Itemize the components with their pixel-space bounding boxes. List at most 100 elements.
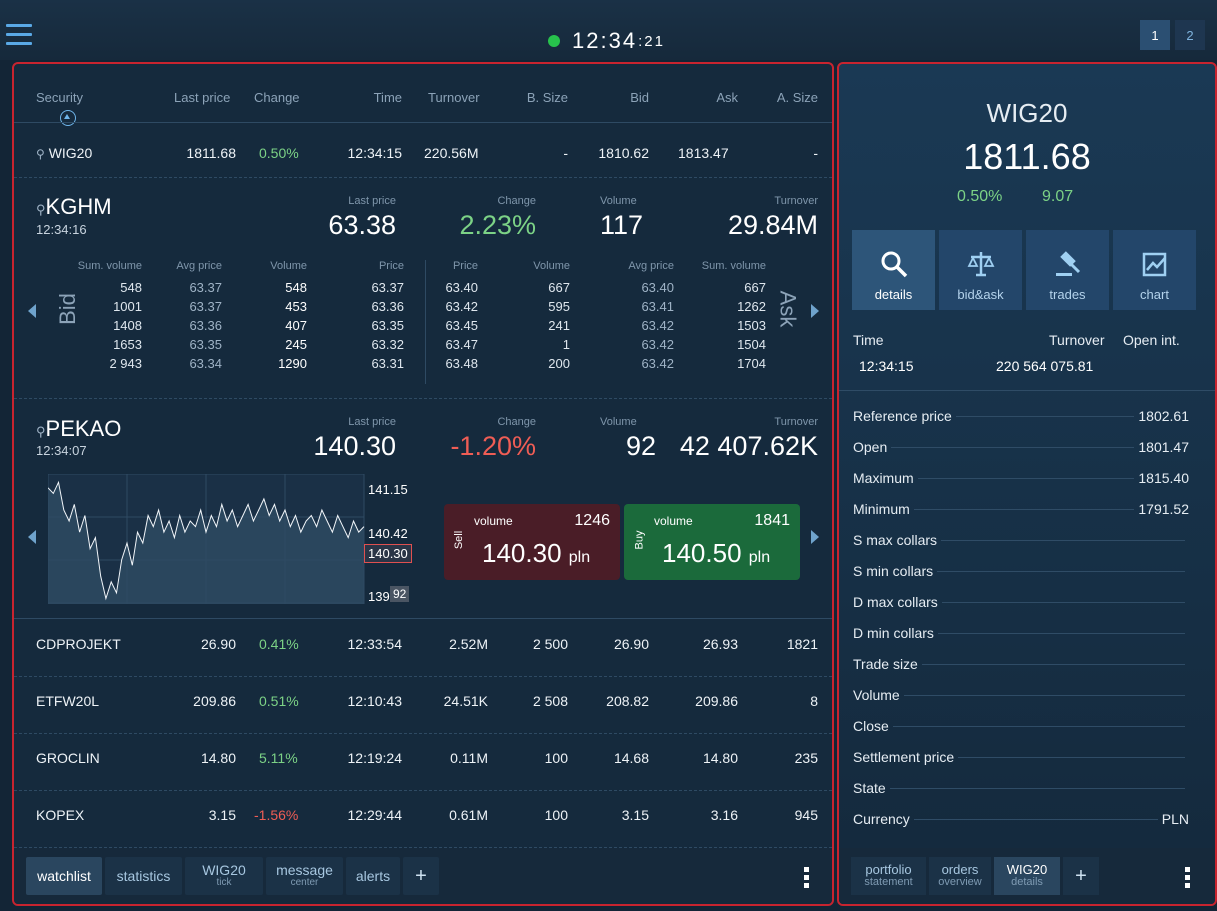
bid-header: Avg price xyxy=(176,260,222,272)
field-label: Settlement price xyxy=(853,749,955,765)
tab-wig20-tick[interactable]: WIG20 tick xyxy=(185,857,263,895)
header-turnover[interactable]: Turnover xyxy=(428,90,480,105)
page-2-button[interactable]: 2 xyxy=(1175,20,1205,50)
buy-label: Buy xyxy=(633,530,646,550)
ask: 3.16 xyxy=(710,807,738,823)
tab-portfolio-statement[interactable]: portfolio statement xyxy=(851,857,926,895)
add-tab-button[interactable]: + xyxy=(403,857,439,895)
bid: 1810.62 xyxy=(598,145,649,161)
sell-label: Sell xyxy=(453,530,466,550)
tool-trades-button[interactable]: trades xyxy=(1026,230,1109,310)
bid-cell: 548 xyxy=(120,280,142,295)
bid-cell: 63.35 xyxy=(189,337,222,352)
ask-cell: 200 xyxy=(548,356,570,371)
ask: 1813.47 xyxy=(678,145,729,161)
header-time[interactable]: Time xyxy=(374,90,402,105)
field-label: Minimum xyxy=(853,501,910,517)
header-ask[interactable]: Ask xyxy=(716,90,738,105)
buy-price: 140.50 xyxy=(662,538,742,568)
security-name: WIG20 xyxy=(48,145,93,161)
detail-change-pct: 0.50% xyxy=(957,188,1003,205)
prev-arrow-icon[interactable] xyxy=(28,304,36,318)
ask-header: Sum. volume xyxy=(701,260,766,272)
bid-header: Price xyxy=(378,260,404,272)
more-options-icon[interactable] xyxy=(1185,867,1191,889)
tool-bid-ask-button[interactable]: bid&ask xyxy=(939,230,1022,310)
header-last-price[interactable]: Last price xyxy=(174,90,230,105)
ask-cell: 1704 xyxy=(737,356,766,371)
change: -1.56% xyxy=(254,807,299,823)
tab-statistics[interactable]: statistics xyxy=(105,857,182,895)
bid-cell: 63.37 xyxy=(189,299,222,314)
bid-cell: 2 943 xyxy=(109,356,142,371)
pekao-price-chart[interactable] xyxy=(48,474,374,604)
bid-cell: 548 xyxy=(285,280,307,295)
change: 0.51% xyxy=(259,693,299,709)
security-name: CDPROJEKT xyxy=(36,636,121,652)
pekao-turnover: 42 407.62K xyxy=(679,431,818,461)
tab-orders-overview[interactable]: orders overview xyxy=(929,857,991,895)
next-arrow-icon[interactable] xyxy=(811,530,819,544)
header-b-size[interactable]: B. Size xyxy=(527,90,568,105)
field-label: Volume xyxy=(853,687,900,703)
prev-arrow-icon[interactable] xyxy=(28,530,36,544)
field-value: 1791.52 xyxy=(1138,501,1189,517)
pekao-change: -1.20% xyxy=(450,431,536,461)
pekao-time: 12:34:07 xyxy=(36,443,87,458)
bid-size: 100 xyxy=(544,807,568,823)
connection-status-icon xyxy=(548,35,560,47)
change: 0.41% xyxy=(259,636,299,652)
label-last-price: Last price xyxy=(348,416,396,428)
pin-icon[interactable]: ⚲ xyxy=(36,202,46,217)
watchlist-panel: Security Last price Change Time Turnover… xyxy=(12,62,834,906)
tab-wig20-details[interactable]: WIG20 details xyxy=(994,857,1060,895)
bid-side-label: Bid xyxy=(54,293,80,325)
tab-alerts[interactable]: alerts xyxy=(346,857,400,895)
turnover: 2.52M xyxy=(449,636,488,652)
header-bid[interactable]: Bid xyxy=(630,90,649,105)
tab-watchlist[interactable]: watchlist xyxy=(26,857,102,895)
wig20-row[interactable]: ⚲ WIG20 xyxy=(36,145,92,161)
next-arrow-icon[interactable] xyxy=(811,304,819,318)
tool-chart-button[interactable]: chart xyxy=(1113,230,1196,310)
pin-icon[interactable]: ⚲ xyxy=(36,147,45,161)
ask-side-label: Ask xyxy=(775,290,801,328)
sell-button[interactable]: Sell volume 1246 140.30 pln xyxy=(444,504,620,580)
bid-cell: 1653 xyxy=(113,337,142,352)
security-name: GROCLIN xyxy=(36,750,100,766)
field-label: Currency xyxy=(853,811,910,827)
buy-button[interactable]: Buy volume 1841 140.50 pln xyxy=(624,504,800,580)
chart-volume-marker: 92 xyxy=(390,586,410,602)
open-interest-label: Open int. xyxy=(1123,332,1180,348)
page-1-button[interactable]: 1 xyxy=(1140,20,1170,50)
bid-size: - xyxy=(563,145,568,161)
tool-details-button[interactable]: details xyxy=(852,230,935,310)
header-change[interactable]: Change xyxy=(254,90,300,105)
more-options-icon[interactable] xyxy=(804,867,810,889)
menu-icon[interactable] xyxy=(6,24,32,48)
tab-message-center[interactable]: message center xyxy=(266,857,343,895)
ask-size: 1821 xyxy=(786,636,818,652)
header-a-size[interactable]: A. Size xyxy=(777,90,818,105)
kghm-last-price: 63.38 xyxy=(328,210,396,240)
sort-ascending-icon[interactable] xyxy=(60,110,76,126)
currency-unit: pln xyxy=(748,549,771,566)
detail-field-row: Open 1801.47 xyxy=(853,437,1189,457)
header-security[interactable]: Security xyxy=(36,90,83,105)
field-label: Reference price xyxy=(853,408,952,424)
change: 5.11% xyxy=(259,750,298,766)
ask-cell: 1504 xyxy=(737,337,766,352)
chart-y-min: 139 xyxy=(368,589,390,604)
table-row[interactable] xyxy=(14,801,832,837)
detail-field-row: S max collars xyxy=(853,530,1189,550)
kghm-volume: 117 xyxy=(600,210,644,240)
buy-volume: 1841 xyxy=(754,512,790,529)
ask-cell: 1503 xyxy=(737,318,766,333)
pekao-volume: 92 xyxy=(625,431,656,461)
pekao-title: ⚲PEKAO xyxy=(36,416,122,441)
top-bar: 12:34:21 1 2 xyxy=(0,0,1217,60)
pin-icon[interactable]: ⚲ xyxy=(36,424,46,439)
add-tab-button[interactable]: + xyxy=(1063,857,1099,895)
bid-header: Volume xyxy=(270,260,307,272)
detail-field-row: Volume xyxy=(853,685,1189,705)
